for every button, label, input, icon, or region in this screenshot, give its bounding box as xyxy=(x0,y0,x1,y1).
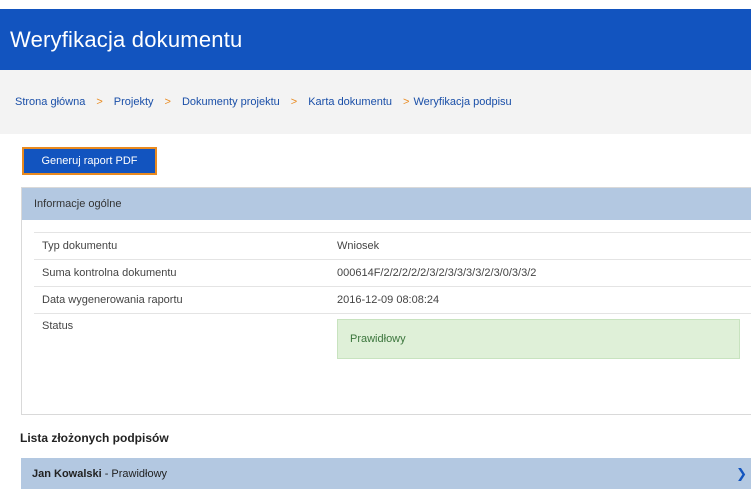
checksum-value: 000614F/2/2/2/2/2/3/2/3/3/3/3/2/3/0/3/3/… xyxy=(337,259,751,287)
table-row: Status Prawidłowy xyxy=(34,313,751,394)
checksum-label: Suma kontrolna dokumentu xyxy=(34,259,337,287)
page-title: Weryfikacja dokumentu xyxy=(10,27,243,52)
breadcrumb-separator: > xyxy=(290,96,298,108)
breadcrumb-separator: > xyxy=(164,96,171,108)
breadcrumb-separator: > xyxy=(96,96,103,108)
general-info-table: Typ dokumentu Wniosek Suma kontrolna dok… xyxy=(34,232,751,394)
table-row: Suma kontrolna dokumentu 000614F/2/2/2/2… xyxy=(34,259,751,287)
breadcrumb: Strona główna > Projekty > Dokumenty pro… xyxy=(0,70,751,134)
signature-item[interactable]: Jan Kowalski - Prawidłowy ❯ xyxy=(21,458,751,489)
chevron-right-icon: ❯ xyxy=(736,466,747,481)
breadcrumb-separator: > xyxy=(403,96,410,108)
signatures-heading: Lista złożonych podpisów xyxy=(20,431,169,445)
page-header: Weryfikacja dokumentu xyxy=(0,9,751,70)
signer-name: Jan Kowalski xyxy=(32,467,102,480)
table-row: Typ dokumentu Wniosek xyxy=(34,232,751,260)
report-date-label: Data wygenerowania raportu xyxy=(34,286,337,314)
breadcrumb-projects[interactable]: Projekty xyxy=(114,96,154,108)
breadcrumb-current: Weryfikacja podpisu xyxy=(413,96,512,108)
table-row: Data wygenerowania raportu 2016-12-09 08… xyxy=(34,286,751,314)
breadcrumb-document-card[interactable]: Karta dokumentu xyxy=(308,96,392,108)
breadcrumb-project-documents[interactable]: Dokumenty projektu xyxy=(182,96,280,108)
status-badge: Prawidłowy xyxy=(337,319,740,359)
document-type-label: Typ dokumentu xyxy=(34,232,337,260)
signature-status: - Prawidłowy xyxy=(104,467,168,480)
status-label: Status xyxy=(34,313,337,394)
general-info-panel: Informacje ogólne Typ dokumentu Wniosek … xyxy=(21,187,751,415)
generate-pdf-button[interactable]: Generuj raport PDF xyxy=(22,147,157,175)
breadcrumb-home[interactable]: Strona główna xyxy=(15,96,85,108)
report-date-value: 2016-12-09 08:08:24 xyxy=(337,286,751,314)
document-type-value: Wniosek xyxy=(337,232,751,260)
status-cell: Prawidłowy xyxy=(337,313,751,394)
general-info-heading: Informacje ogólne xyxy=(22,188,751,220)
